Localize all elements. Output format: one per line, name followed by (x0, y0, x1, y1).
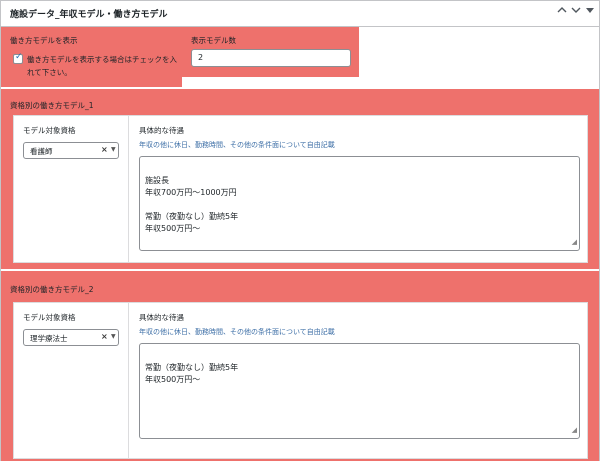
work-model-section-1: 資格別の働き方モデル_1 モデル対象資格 看護師 × ▼ 具体的な待遇 年収の他… (1, 89, 599, 269)
clear-selection-icon[interactable]: × (101, 332, 108, 341)
collapse-toggle-icon[interactable] (585, 5, 595, 18)
dropdown-arrow-icon[interactable]: ▼ (111, 333, 116, 340)
clear-selection-icon[interactable]: × (101, 145, 108, 154)
show-model-checkbox[interactable]: ✓ (13, 52, 23, 64)
work-model-section-2: 資格別の働き方モデル_2 モデル対象資格 理学療法士 × ▼ 具体的な待遇 年収… (1, 271, 599, 461)
qualification-select[interactable]: 看護師 × ▼ (23, 142, 119, 159)
model-count-label: 表示モデル数 (191, 36, 236, 45)
treatment-description: 年収の他に休日、勤務時間、その他の条件面について自由記載 (139, 141, 335, 149)
qualification-value: 理学療法士 (30, 334, 68, 343)
show-model-label: 働き方モデルを表示 (10, 36, 78, 45)
chevron-up-icon[interactable] (557, 5, 567, 18)
treatment-textarea[interactable]: 常勤（夜勤なし）勤続5年 年収500万円〜 ◢ (139, 343, 580, 439)
chevron-down-icon[interactable] (571, 5, 581, 18)
work-model-inner-1: モデル対象資格 看護師 × ▼ 具体的な待遇 年収の他に休日、勤務時間、その他の… (13, 115, 588, 263)
qualification-column: モデル対象資格 理学療法士 × ▼ (14, 303, 129, 458)
qualification-label: モデル対象資格 (23, 313, 76, 322)
treatment-textarea[interactable]: 施設長 年収700万円〜1000万円 常勤（夜勤なし）勤続5年 年収500万円〜… (139, 156, 580, 251)
treatment-text: 施設長 年収700万円〜1000万円 常勤（夜勤なし）勤続5年 年収500万円〜 (145, 176, 239, 233)
model-count-input[interactable]: 2 (191, 49, 351, 67)
treatment-label: 具体的な待遇 (139, 126, 184, 135)
qualification-label: モデル対象資格 (23, 126, 76, 135)
show-model-field: 働き方モデルを表示 ✓ 働き方モデルを表示する場合はチェックを入れて下さい。 (1, 27, 182, 87)
resize-grip-icon[interactable]: ◢ (572, 424, 577, 436)
checkmark-icon: ✓ (15, 52, 23, 62)
show-model-checkbox-label: 働き方モデルを表示する場合はチェックを入れて下さい。 (27, 55, 177, 77)
work-model-title-1: 資格別の働き方モデル_1 (10, 101, 94, 110)
resize-grip-icon[interactable]: ◢ (572, 236, 577, 248)
dropdown-arrow-icon[interactable]: ▼ (111, 146, 116, 153)
qualification-select[interactable]: 理学療法士 × ▼ (23, 329, 119, 346)
treatment-description: 年収の他に休日、勤務時間、その他の条件面について自由記載 (139, 328, 335, 336)
qualification-column: モデル対象資格 看護師 × ▼ (14, 116, 129, 262)
qualification-value: 看護師 (30, 147, 53, 156)
work-model-title-2: 資格別の働き方モデル_2 (10, 285, 94, 294)
model-count-field: 表示モデル数 2 (182, 27, 359, 77)
work-model-inner-2: モデル対象資格 理学療法士 × ▼ 具体的な待遇 年収の他に休日、勤務時間、その… (13, 302, 588, 459)
treatment-text: 常勤（夜勤なし）勤続5年 年収500万円〜 (145, 363, 239, 384)
metabox: 施設データ_年収モデル・働き方モデル 働き方モデルを表示 ✓ 働き方モデルを表示… (0, 0, 600, 461)
metabox-header: 施設データ_年収モデル・働き方モデル (1, 1, 599, 27)
metabox-title: 施設データ_年収モデル・働き方モデル (10, 10, 168, 20)
treatment-label: 具体的な待遇 (139, 313, 184, 322)
